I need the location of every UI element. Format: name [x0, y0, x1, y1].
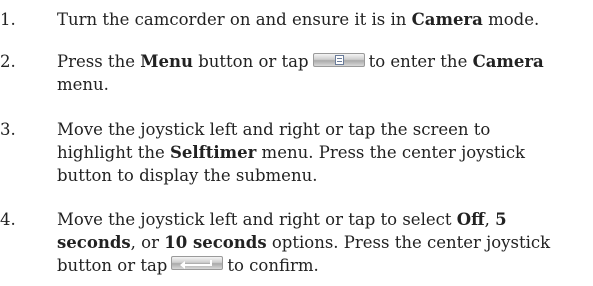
text-run: highlight the	[57, 143, 170, 162]
bold-term: seconds	[57, 233, 131, 252]
text-run: to enter the	[368, 52, 473, 71]
text-run: Move the joystick left and right or tap …	[57, 210, 457, 229]
step-number: 1.	[0, 10, 16, 29]
document-glyph	[334, 54, 344, 65]
step-line: Press the Menu button or tap to enter the…	[57, 50, 593, 73]
step-number: 3.	[0, 120, 16, 139]
text-run: mode.	[482, 10, 540, 29]
step-line: highlight the Selftimer menu. Press the …	[57, 141, 593, 164]
text-run: menu. Press the center joystick	[256, 143, 526, 162]
step-number: 4.	[0, 210, 16, 229]
step-text: Turn the camcorder on and ensure it is i…	[57, 8, 593, 31]
text-run: , or	[130, 233, 165, 252]
step-text: Press the Menu button or tap to enter the…	[57, 50, 593, 96]
step-line: Move the joystick left and right or tap …	[57, 120, 491, 139]
bold-term: Camera	[411, 10, 483, 29]
step-line: button to display the submenu.	[57, 166, 318, 185]
text-run: Press the	[57, 52, 141, 71]
text-run: button or tap	[57, 256, 168, 275]
step-line: button or tap to confirm.	[57, 254, 593, 277]
enter-arrow-icon[interactable]	[171, 255, 224, 270]
menu-document-icon[interactable]	[312, 52, 365, 67]
step-text: Move the joystick left and right or tap …	[57, 208, 593, 277]
instruction-page: { "steps": [ { "number": "1.", "line1": …	[0, 0, 593, 286]
text-run: ,	[484, 210, 496, 229]
step-line: menu.	[57, 75, 109, 94]
bold-term: Selftimer	[169, 143, 257, 162]
step-text: Move the joystick left and right or tap …	[57, 118, 593, 187]
bold-term: 10 seconds	[164, 233, 267, 252]
text-run: options. Press the center joystick	[266, 233, 551, 252]
step-line: Move the joystick left and right or tap …	[57, 208, 593, 231]
step-line: seconds, or 10 seconds options. Press th…	[57, 231, 593, 254]
step-line: Turn the camcorder on and ensure it is i…	[57, 8, 593, 31]
step-number: 2.	[0, 52, 16, 71]
bold-term: Off	[456, 210, 485, 229]
bold-term: Menu	[140, 52, 193, 71]
bold-term: 5	[495, 210, 507, 229]
text-run: to confirm.	[227, 256, 319, 275]
text-run: button or tap	[192, 52, 309, 71]
return-arrow-glyph	[180, 259, 213, 269]
bold-term: Camera	[472, 52, 544, 71]
text-run: Turn the camcorder on and ensure it is i…	[57, 10, 412, 29]
